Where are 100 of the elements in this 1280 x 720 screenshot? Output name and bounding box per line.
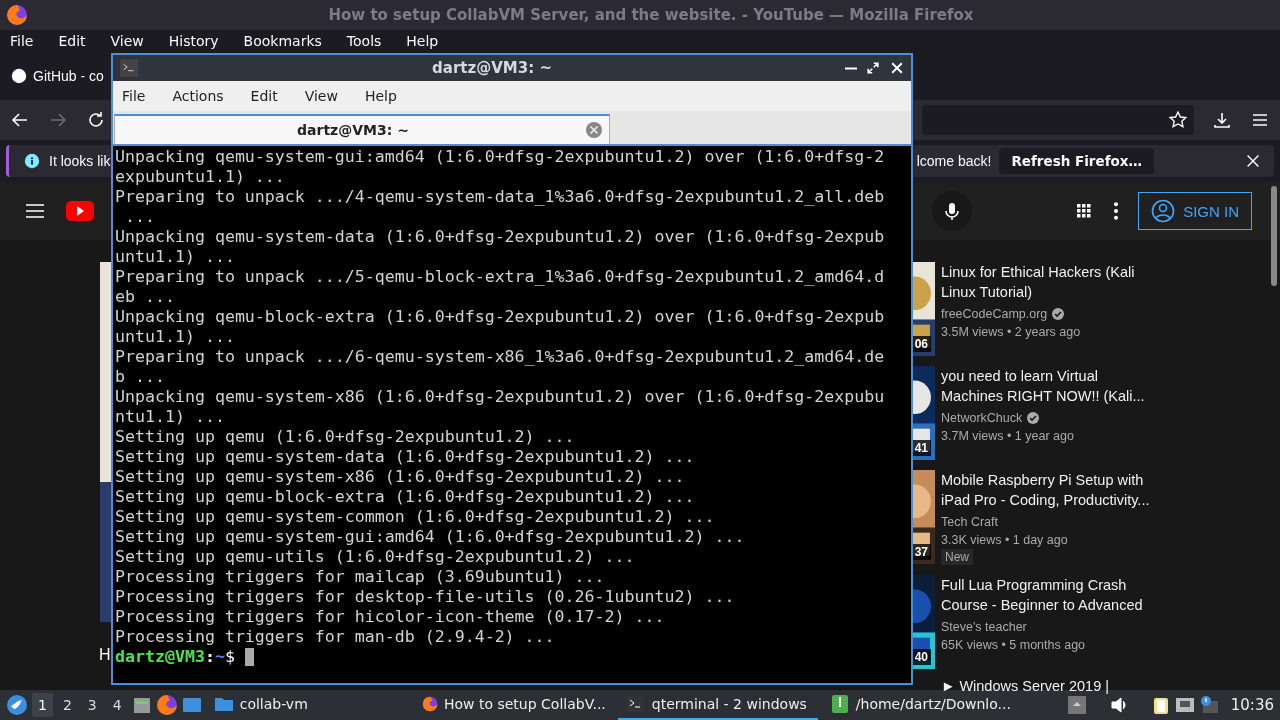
file-cabinet-icon bbox=[131, 695, 152, 715]
terminal-line: Setting up qemu-system-common (1:6.0+dfsg-2expubuntu1.2) ... bbox=[115, 507, 716, 527]
video-title[interactable]: Linux for Ethical Hackers (Kali Linux Tutorial) bbox=[941, 262, 1161, 302]
terminal-line: Setting up qemu-block-extra (1:6.0+dfsg-2expubuntu1.2) ... bbox=[115, 487, 696, 507]
terminal-line: Unpacking qemu-system-gui:amd64 (1:6.0+dfsg-2expubuntu1.2) over (1:6.0+dfsg-2 bbox=[115, 147, 886, 167]
microphone-button[interactable] bbox=[932, 191, 973, 231]
terminal-prompt: dartz@VM3:~$ bbox=[115, 647, 235, 667]
info-icon bbox=[23, 152, 41, 170]
star-icon bbox=[1168, 110, 1188, 130]
account-icon bbox=[1151, 199, 1176, 223]
menu-item[interactable]: Help bbox=[352, 88, 412, 104]
notification-text: It looks lik bbox=[49, 153, 111, 169]
terminal-line: untu1.1) ... bbox=[115, 327, 236, 347]
window-icon bbox=[181, 695, 202, 715]
terminal-line: Setting up qemu-utils (1:6.0+dfsg-2expubuntu1.2) ... bbox=[115, 547, 636, 567]
new-badge: New bbox=[941, 549, 973, 565]
channel-name[interactable]: NetworkChuck bbox=[941, 409, 1023, 427]
terminal-line: Unpacking qemu-system-data (1:6.0+dfsg-2expubuntu1.2) over (1:6.0+dfsg-2expub bbox=[115, 227, 886, 247]
video-duration: 40 bbox=[911, 649, 931, 665]
verified-icon bbox=[1051, 307, 1066, 321]
menu-item[interactable]: File bbox=[2, 33, 42, 49]
terminal-line: eb ... bbox=[115, 287, 176, 307]
taskbar-button[interactable]: How to setup CollabV... bbox=[413, 690, 614, 720]
video-stats: 3.7M views • 1 year ago bbox=[941, 428, 1075, 445]
more-icon bbox=[1114, 202, 1119, 220]
refresh-button[interactable]: Refresh Firefox… bbox=[999, 148, 1154, 174]
workspace-button[interactable]: 4 bbox=[106, 693, 128, 717]
video-title[interactable]: you need to learn Virtual Machines RIGHT NOW!! (Kali... bbox=[941, 366, 1161, 406]
verified-icon bbox=[1026, 411, 1041, 425]
video-title[interactable]: Full Lua Programming Crash Course - Beginner to Advanced bbox=[941, 575, 1161, 615]
reload-icon bbox=[86, 110, 106, 130]
channel-name[interactable]: freeCodeCamp.org bbox=[941, 305, 1048, 323]
channel-name[interactable]: Steve's teacher bbox=[941, 618, 1027, 636]
notification-text: lcome back! bbox=[916, 153, 992, 169]
terminal-icon bbox=[119, 59, 139, 77]
video-stats: 3.3K views • 1 day ago bbox=[941, 532, 1069, 549]
menu-item[interactable]: Tools bbox=[338, 33, 390, 49]
workspace-button[interactable]: 2 bbox=[56, 693, 78, 717]
menu-item[interactable]: View bbox=[292, 88, 353, 104]
terminal-line: Preparing to unpack .../4-qemu-system-data_1%3a6.0+dfsg-2expubuntu1.2_all.deb bbox=[115, 187, 886, 207]
terminal-line: Preparing to unpack .../5-qemu-block-extra_1%3a6.0+dfsg-2expubuntu1.2_amd64.d bbox=[115, 267, 886, 287]
menu-item[interactable]: Bookmarks bbox=[235, 33, 330, 49]
download-icon bbox=[1212, 110, 1232, 130]
window-title: dartz@VM3: ~ bbox=[431, 59, 553, 77]
menu-item[interactable]: Edit bbox=[50, 33, 94, 49]
workspace-button[interactable]: 3 bbox=[81, 693, 103, 717]
terminal-line: Processing triggers for desktop-file-utils (0.26-1ubuntu2) ... bbox=[115, 587, 736, 607]
menu-item[interactable]: View bbox=[102, 33, 152, 49]
video-stats: 65K views • 5 months ago bbox=[941, 637, 1087, 654]
video-duration: 41 bbox=[911, 440, 931, 456]
video-stats: 3.5M views • 2 years ago bbox=[941, 324, 1082, 341]
menu-item[interactable]: File bbox=[113, 88, 161, 104]
archive-icon bbox=[829, 694, 850, 714]
minimize-icon bbox=[845, 66, 857, 70]
menu-item[interactable]: Help bbox=[398, 33, 447, 49]
video-duration: 06 bbox=[911, 336, 931, 352]
channel-name[interactable]: Tech Craft bbox=[941, 513, 998, 531]
maximize-icon bbox=[865, 60, 881, 76]
taskbar-folder[interactable]: collab-vm bbox=[205, 690, 316, 720]
terminal-line: Preparing to unpack .../6-qemu-system-x86_1%3a6.0+dfsg-2expubuntu1.2_amd64.de bbox=[115, 347, 886, 367]
terminal-line: b ... bbox=[115, 367, 166, 387]
menu-item[interactable]: Actions bbox=[160, 88, 239, 104]
taskbar-button[interactable]: qterminal - 2 windows bbox=[617, 690, 818, 720]
text-cursor bbox=[244, 648, 254, 666]
firefox-icon bbox=[155, 694, 178, 716]
terminal-line: Unpacking qemu-block-extra (1:6.0+dfsg-2expubuntu1.2) over (1:6.0+dfsg-2expub bbox=[115, 307, 886, 327]
github-icon bbox=[10, 67, 28, 85]
terminal-line: Processing triggers for hicolor-icon-theme (0.17-2) ... bbox=[115, 607, 666, 627]
video-duration: 37 bbox=[911, 544, 931, 560]
video-title[interactable]: Mobile Raspberry Pi Setup with iPad Pro - Coding, Productivity... bbox=[941, 470, 1161, 510]
terminal-line: Setting up qemu-system-data (1:6.0+dfsg-2expubuntu1.2) ... bbox=[115, 447, 696, 467]
terminal-line: untu1.1) ... bbox=[115, 247, 236, 267]
firefox-icon bbox=[6, 4, 28, 26]
menu-item[interactable]: History bbox=[160, 33, 227, 49]
terminal-line: Unpacking qemu-system-x86 (1:6.0+dfsg-2expubuntu1.2) over (1:6.0+dfsg-2expubu bbox=[115, 387, 886, 407]
terminal-icon bbox=[625, 694, 646, 714]
terminal-line: Setting up qemu-system-x86 (1:6.0+dfsg-2expubuntu1.2) ... bbox=[115, 467, 686, 487]
menu-icon bbox=[24, 201, 46, 221]
terminal-tab[interactable]: dartz@VM3: ~ bbox=[114, 114, 610, 144]
youtube-logo-icon bbox=[66, 199, 94, 223]
close-icon bbox=[889, 60, 905, 76]
terminal-line: Processing triggers for man-db (2.9.4-2) ... bbox=[115, 627, 556, 647]
sign-in-button[interactable]: SIGN IN bbox=[1138, 192, 1252, 230]
notification-icon bbox=[1198, 695, 1219, 715]
window-title: How to setup CollabVM Server, and the website. - YouTube — Mozilla Firefox bbox=[327, 6, 975, 24]
terminal-line: expubuntu1.1) ... bbox=[115, 167, 286, 187]
terminal-line: Setting up qemu-system-gui:amd64 (1:6.0+dfsg-2expubuntu1.2) ... bbox=[115, 527, 746, 547]
clock: 10:36 bbox=[1230, 696, 1274, 714]
terminal-line: Processing triggers for mailcap (3.69ubuntu1) ... bbox=[115, 567, 606, 587]
start-menu-icon bbox=[6, 694, 28, 716]
workspace-button[interactable]: 1 bbox=[32, 693, 53, 717]
menu-item[interactable]: Edit bbox=[238, 88, 293, 104]
scrollbar-thumb[interactable] bbox=[1271, 186, 1277, 286]
terminal-line: ... bbox=[124, 207, 156, 227]
close-icon bbox=[1244, 152, 1262, 170]
terminal-line: ntu1.1) ... bbox=[115, 407, 226, 427]
browser-tab[interactable]: GitHub - co bbox=[10, 61, 104, 91]
network-icon bbox=[1174, 695, 1195, 715]
terminal-line: Setting up qemu (1:6.0+dfsg-2expubuntu1.2) ... bbox=[115, 427, 576, 447]
address-bar[interactable] bbox=[922, 105, 1194, 135]
